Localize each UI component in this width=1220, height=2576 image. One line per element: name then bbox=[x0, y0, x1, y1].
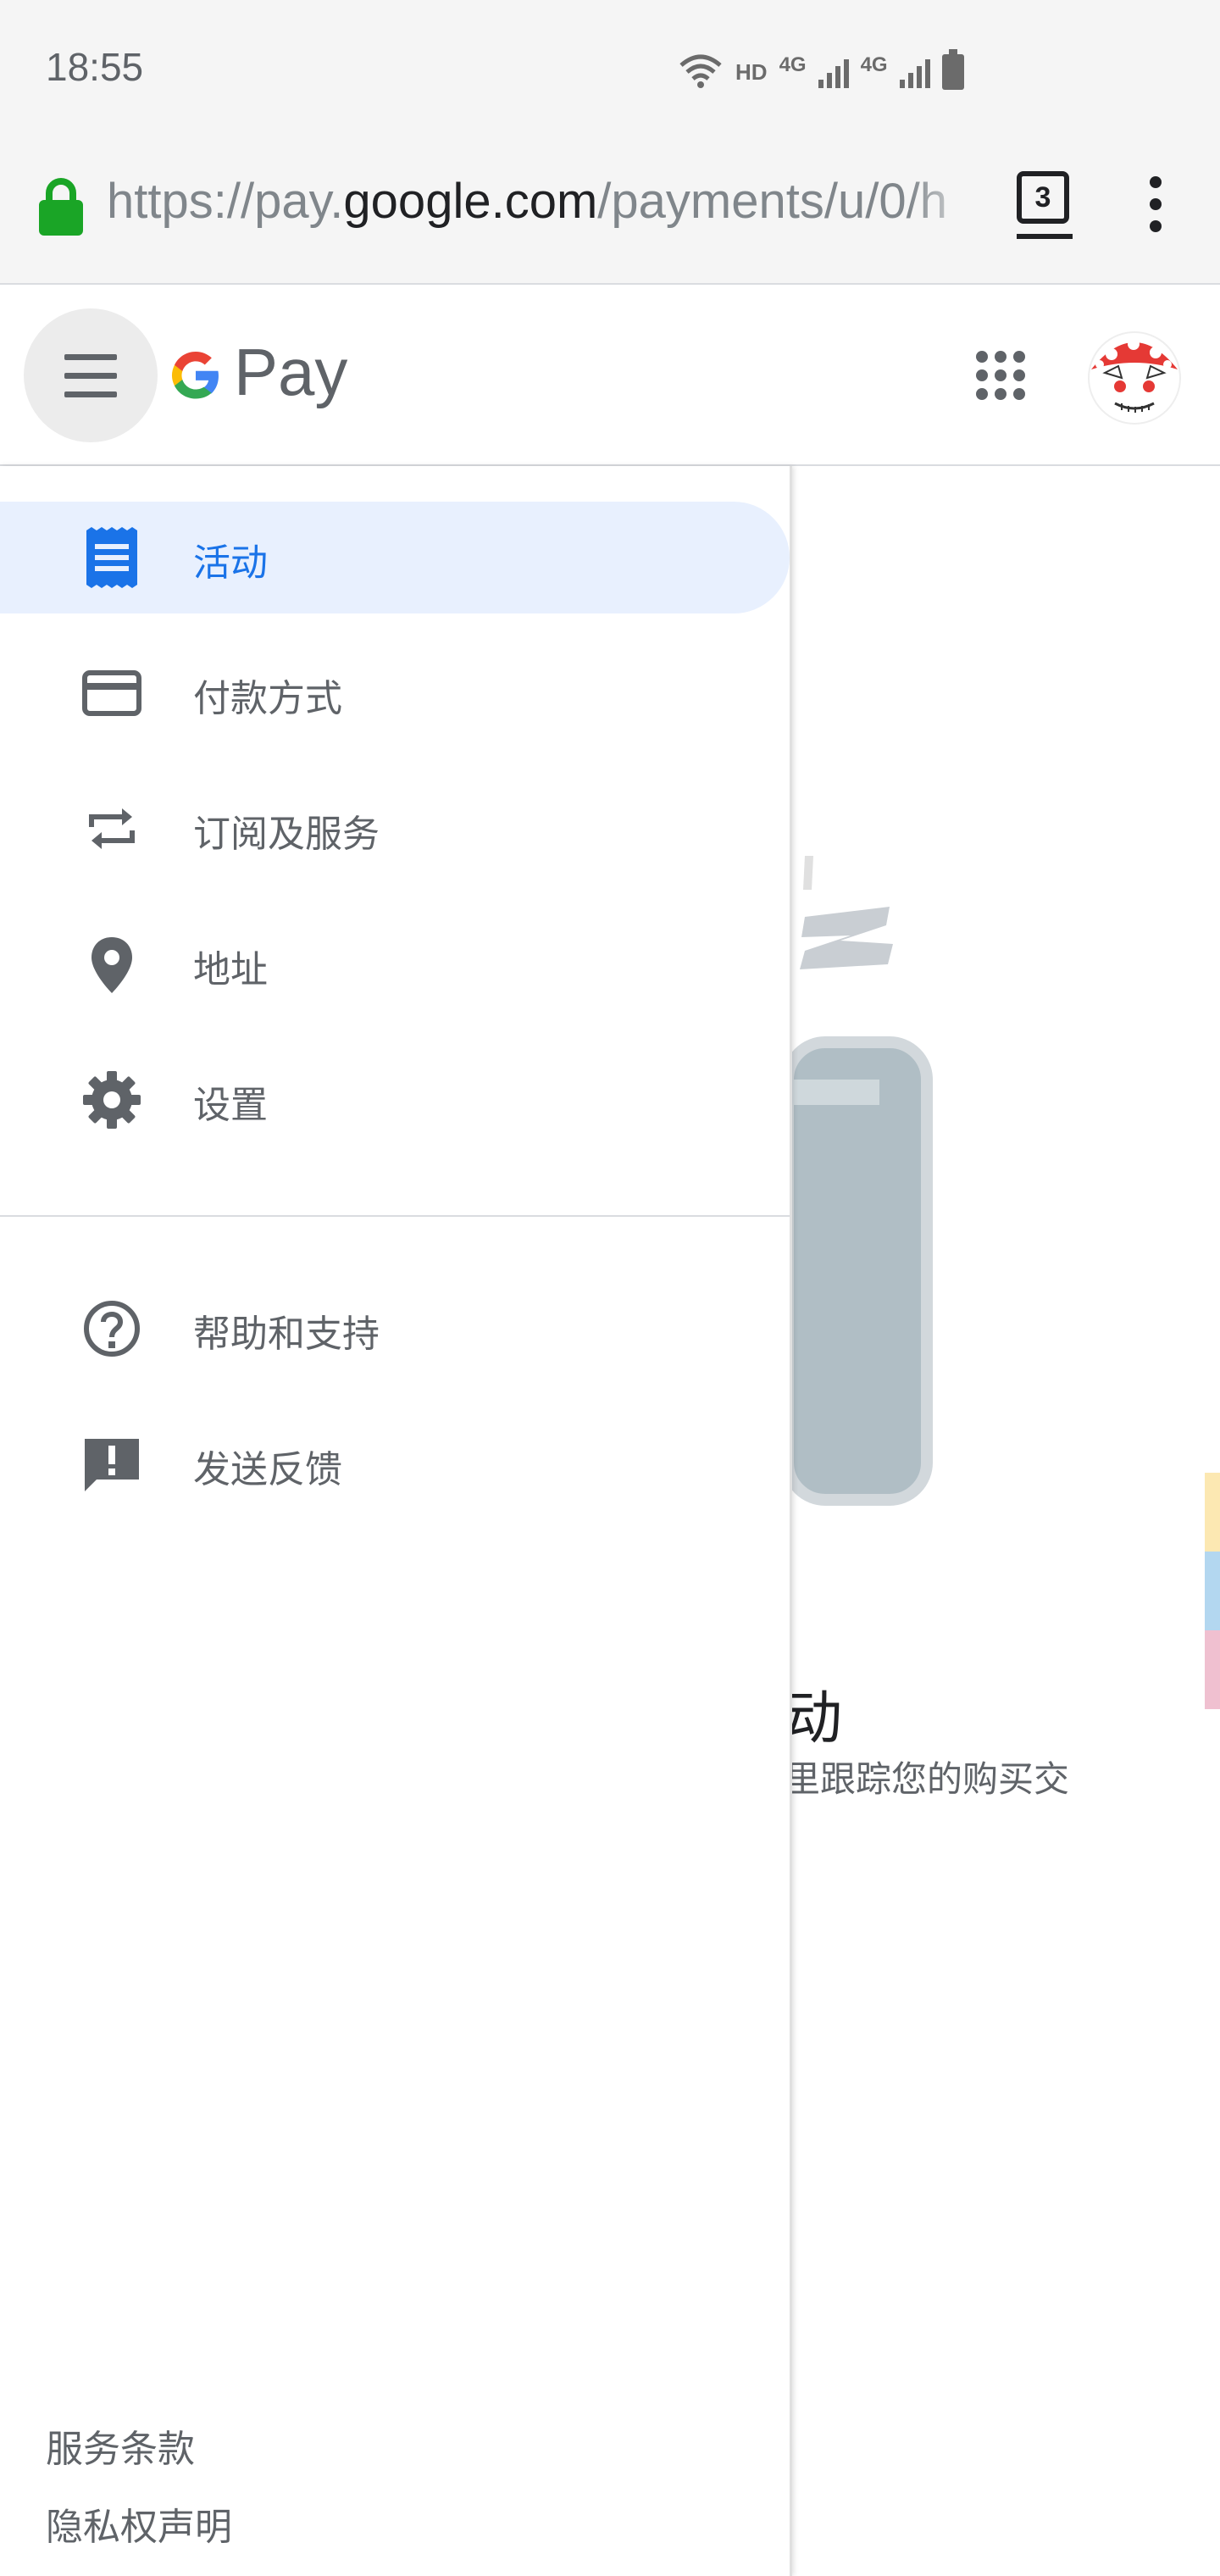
empty-state-title-fragment: 动 bbox=[785, 1685, 843, 1752]
nav-item-label: 帮助和支持 bbox=[193, 1313, 380, 1356]
nav-item-label: 设置 bbox=[193, 1084, 268, 1127]
repeat-icon bbox=[89, 808, 135, 849]
browser-toolbar: https://pay.google.com/payments/u/0/h 3 bbox=[0, 139, 1220, 285]
tab-switcher-button[interactable]: 3 bbox=[1017, 171, 1069, 224]
status-icons: HD 4G 4G bbox=[678, 49, 964, 95]
receipt-icon bbox=[86, 527, 137, 588]
nav-item-label: 发送反馈 bbox=[193, 1448, 342, 1491]
signal-icon bbox=[899, 56, 930, 88]
terms-of-service-link[interactable]: 服务条款 bbox=[46, 2418, 195, 2473]
url-path: /payments/u/0/h bbox=[597, 174, 947, 229]
status-bar: 18:55 HD 4G 4G bbox=[0, 0, 1220, 139]
nav-item-settings[interactable]: 设置 bbox=[0, 1044, 790, 1156]
app-title: Pay bbox=[234, 335, 348, 409]
lock-icon bbox=[39, 178, 83, 236]
drawer-divider bbox=[0, 1215, 790, 1217]
menu-icon bbox=[64, 354, 117, 360]
feedback-icon bbox=[85, 1439, 139, 1491]
hd-indicator: HD bbox=[735, 58, 768, 85]
credit-card-icon bbox=[82, 670, 141, 716]
url-scheme: https://pay. bbox=[107, 174, 344, 229]
help-circle-icon bbox=[84, 1301, 140, 1357]
google-g-logo bbox=[171, 351, 219, 399]
more-options-icon[interactable] bbox=[1147, 173, 1164, 241]
empty-state-description-fragment: 里跟踪您的购买交 bbox=[785, 1758, 1070, 1800]
network-4g-label: 4G bbox=[860, 53, 888, 76]
nav-item-label: 地址 bbox=[193, 948, 268, 991]
nav-item-help[interactable]: 帮助和支持 bbox=[0, 1273, 790, 1385]
location-pin-icon bbox=[92, 937, 132, 993]
avatar[interactable] bbox=[1084, 325, 1184, 425]
status-time: 18:55 bbox=[46, 45, 144, 89]
navigation-drawer: 活动 付款方式 订阅及服务 地址 设置 帮助和支持 发送反馈 服务条款 隐私权声… bbox=[0, 466, 792, 2576]
nav-item-addresses[interactable]: 地址 bbox=[0, 908, 790, 1020]
menu-icon-bar bbox=[64, 391, 117, 397]
signal-icon bbox=[818, 56, 849, 88]
nav-item-payment-methods[interactable]: 付款方式 bbox=[0, 637, 790, 749]
nav-item-feedback[interactable]: 发送反馈 bbox=[0, 1408, 790, 1520]
color-strip bbox=[1205, 1473, 1220, 1710]
app-header: Pay bbox=[0, 285, 1220, 466]
menu-button[interactable] bbox=[24, 308, 158, 442]
tab-switcher-underline bbox=[1017, 234, 1073, 239]
nav-item-subscriptions[interactable]: 订阅及服务 bbox=[0, 773, 790, 885]
google-apps-icon[interactable] bbox=[976, 351, 1025, 400]
network-4g-label: 4G bbox=[779, 53, 807, 76]
url-host: google.com bbox=[343, 174, 598, 229]
empty-state-illustration bbox=[788, 856, 933, 1506]
menu-icon-bar bbox=[64, 373, 117, 379]
privacy-notice-link[interactable]: 隐私权声明 bbox=[46, 2496, 232, 2551]
nav-item-label: 付款方式 bbox=[193, 677, 342, 720]
url-field[interactable]: https://pay.google.com/payments/u/0/h bbox=[107, 173, 979, 241]
nav-item-label: 活动 bbox=[193, 541, 268, 585]
nav-item-label: 订阅及服务 bbox=[193, 813, 380, 856]
gear-icon bbox=[83, 1071, 141, 1129]
battery-icon bbox=[941, 49, 964, 90]
nav-item-activity[interactable]: 活动 bbox=[0, 502, 790, 613]
wifi-icon bbox=[679, 54, 722, 88]
